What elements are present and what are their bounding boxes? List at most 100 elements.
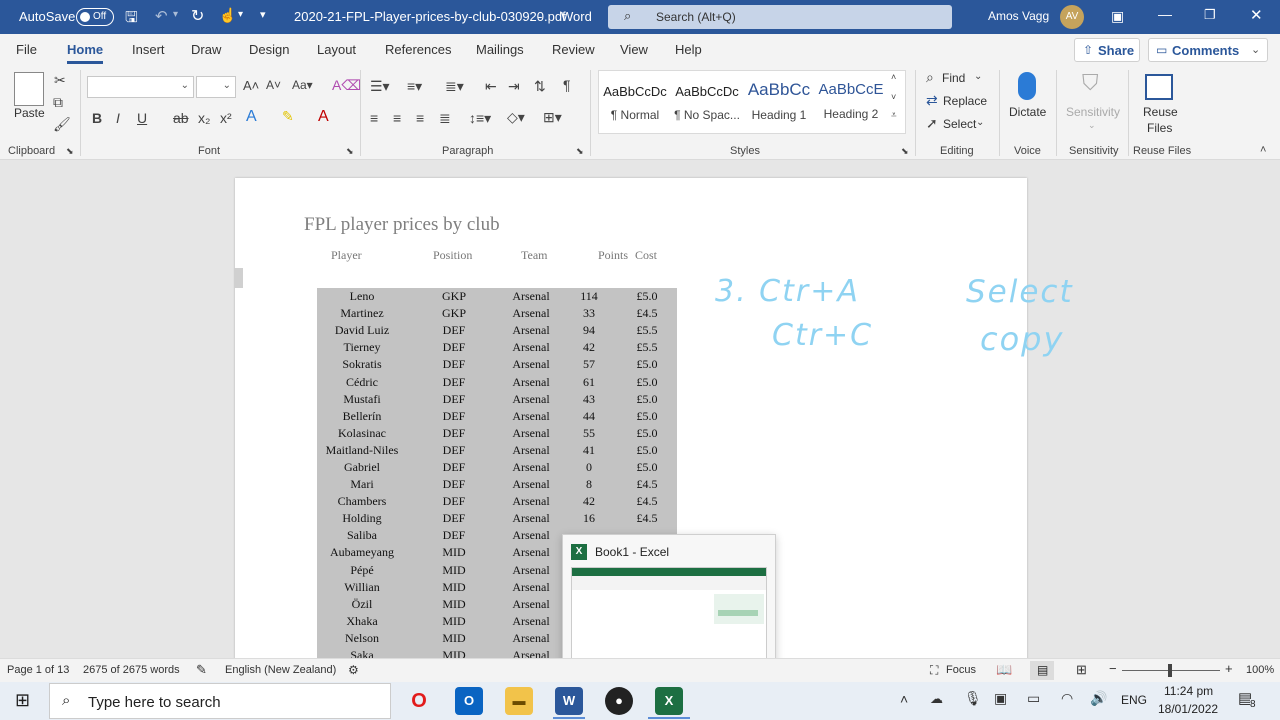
cost-cell[interactable]: £5.5 <box>617 322 677 339</box>
points-cell[interactable]: 16 <box>561 510 617 527</box>
position-cell[interactable]: GKP <box>407 305 501 322</box>
touch-mode-dropdown-icon[interactable]: ▾ <box>238 9 243 20</box>
reuse-button-line1[interactable]: Reuse <box>1143 105 1178 119</box>
position-cell[interactable]: DEF <box>407 356 501 373</box>
wifi-icon[interactable]: ◠ <box>1061 690 1073 707</box>
tab-insert[interactable]: Insert <box>132 42 165 57</box>
player-cell[interactable]: Tierney <box>317 339 407 356</box>
cost-cell[interactable]: £4.5 <box>617 493 677 510</box>
cost-cell[interactable]: £5.5 <box>617 339 677 356</box>
sensitivity-button[interactable]: Sensitivity <box>1066 105 1120 119</box>
table-row[interactable]: Kolasinac DEF Arsenal 55 £5.0 <box>317 425 677 442</box>
player-cell[interactable]: Mari <box>317 476 407 493</box>
position-cell[interactable]: MID <box>407 647 501 658</box>
style-no-spacing[interactable]: AaBbCcDc ¶ No Spac... <box>672 74 742 128</box>
points-cell[interactable]: 44 <box>561 408 617 425</box>
styles-scroll-up-icon[interactable]: ˄ <box>891 72 896 82</box>
collapse-ribbon-icon[interactable]: ˄ <box>1260 144 1266 156</box>
player-cell[interactable]: Saka <box>317 647 407 658</box>
focus-button[interactable]: Focus <box>946 664 976 676</box>
windows-start-icon[interactable]: ⊞ <box>15 690 30 711</box>
team-cell[interactable]: Arsenal <box>501 459 561 476</box>
paste-icon[interactable] <box>14 72 44 106</box>
format-painter-icon[interactable]: 🖌 <box>53 116 71 133</box>
redo-icon[interactable]: ↻ <box>191 6 204 26</box>
table-row[interactable]: Tierney DEF Arsenal 42 £5.5 <box>317 339 677 356</box>
team-cell[interactable]: Arsenal <box>501 391 561 408</box>
table-row[interactable]: Martinez GKP Arsenal 33 £4.5 <box>317 305 677 322</box>
table-row[interactable]: Sokratis DEF Arsenal 57 £5.0 <box>317 356 677 373</box>
team-cell[interactable]: Arsenal <box>501 425 561 442</box>
align-center-icon[interactable]: ≡ <box>393 110 401 126</box>
position-cell[interactable]: DEF <box>407 339 501 356</box>
position-cell[interactable]: DEF <box>407 476 501 493</box>
tab-view[interactable]: View <box>620 42 648 57</box>
zoom-slider-thumb[interactable] <box>1168 664 1172 677</box>
player-cell[interactable]: Maitland-Niles <box>317 442 407 459</box>
print-layout-button[interactable]: ▤ <box>1030 661 1054 680</box>
team-cell[interactable]: Arsenal <box>501 339 561 356</box>
clock-date[interactable]: 18/01/2022 <box>1158 702 1218 716</box>
cost-cell[interactable]: £5.0 <box>617 425 677 442</box>
obs-icon[interactable]: ● <box>605 687 633 715</box>
excel-icon[interactable]: X <box>655 687 683 715</box>
position-cell[interactable]: DEF <box>407 322 501 339</box>
team-cell[interactable]: Arsenal <box>501 596 561 613</box>
select-button[interactable]: Select <box>943 117 976 131</box>
table-row[interactable]: Cédric DEF Arsenal 61 £5.0 <box>317 373 677 390</box>
position-cell[interactable]: DEF <box>407 408 501 425</box>
player-cell[interactable]: Bellerín <box>317 408 407 425</box>
meet-now-icon[interactable]: ▣ <box>994 690 1007 707</box>
undo-dropdown-icon[interactable]: ▾ <box>173 9 178 20</box>
player-cell[interactable]: Aubameyang <box>317 544 407 561</box>
file-explorer-icon[interactable]: ▬ <box>505 687 533 715</box>
touch-mode-icon[interactable]: ☝ <box>219 7 236 24</box>
points-cell[interactable]: 94 <box>561 322 617 339</box>
reuse-files-icon[interactable] <box>1145 74 1173 100</box>
points-cell[interactable]: 42 <box>561 339 617 356</box>
strikethrough-icon[interactable]: ab <box>173 110 189 126</box>
team-cell[interactable]: Arsenal <box>501 647 561 658</box>
table-row[interactable]: Holding DEF Arsenal 16 £4.5 <box>317 510 677 527</box>
proofing-icon[interactable]: ✎ <box>196 662 207 678</box>
taskbar-search-box[interactable]: ⌕ Type here to search <box>49 683 391 719</box>
player-cell[interactable]: Leno <box>317 288 407 305</box>
language[interactable]: English (New Zealand) <box>225 664 336 676</box>
shading-icon[interactable]: ◇▾ <box>507 109 525 126</box>
team-cell[interactable]: Arsenal <box>501 527 561 544</box>
decrease-indent-icon[interactable]: ⇤ <box>485 78 497 95</box>
shrink-font-icon[interactable]: A˅ <box>266 78 281 92</box>
cost-cell[interactable]: £5.0 <box>617 288 677 305</box>
team-cell[interactable]: Arsenal <box>501 373 561 390</box>
clear-formatting-icon[interactable]: A⌫ <box>332 77 361 94</box>
bullets-icon[interactable]: ☰▾ <box>370 78 390 95</box>
minimize-icon[interactable]: — <box>1158 6 1172 22</box>
position-cell[interactable]: DEF <box>407 459 501 476</box>
position-cell[interactable]: DEF <box>407 373 501 390</box>
find-button[interactable]: Find <box>942 71 965 85</box>
position-cell[interactable]: DEF <box>407 493 501 510</box>
team-cell[interactable]: Arsenal <box>501 305 561 322</box>
underline-icon[interactable]: U <box>137 110 147 126</box>
font-launcher-icon[interactable]: ⬊ <box>346 146 354 157</box>
team-cell[interactable]: Arsenal <box>501 544 561 561</box>
points-cell[interactable]: 57 <box>561 356 617 373</box>
player-cell[interactable]: Pépé <box>317 562 407 579</box>
position-cell[interactable]: DEF <box>407 391 501 408</box>
grow-font-icon[interactable]: A˄ <box>243 78 259 93</box>
player-cell[interactable]: Saliba <box>317 527 407 544</box>
position-cell[interactable]: DEF <box>407 442 501 459</box>
table-row[interactable]: Chambers DEF Arsenal 42 £4.5 <box>317 493 677 510</box>
paste-button[interactable]: Paste <box>14 106 45 120</box>
position-cell[interactable]: MID <box>407 630 501 647</box>
player-cell[interactable]: Holding <box>317 510 407 527</box>
zoom-level[interactable]: 100% <box>1246 664 1274 676</box>
points-cell[interactable]: 61 <box>561 373 617 390</box>
bold-icon[interactable]: B <box>92 110 102 126</box>
position-cell[interactable]: GKP <box>407 288 501 305</box>
player-cell[interactable]: Sokratis <box>317 356 407 373</box>
styles-scroll-down-icon[interactable]: ˅ <box>891 92 896 102</box>
team-cell[interactable]: Arsenal <box>501 288 561 305</box>
player-cell[interactable]: Mustafi <box>317 391 407 408</box>
points-cell[interactable]: 42 <box>561 493 617 510</box>
